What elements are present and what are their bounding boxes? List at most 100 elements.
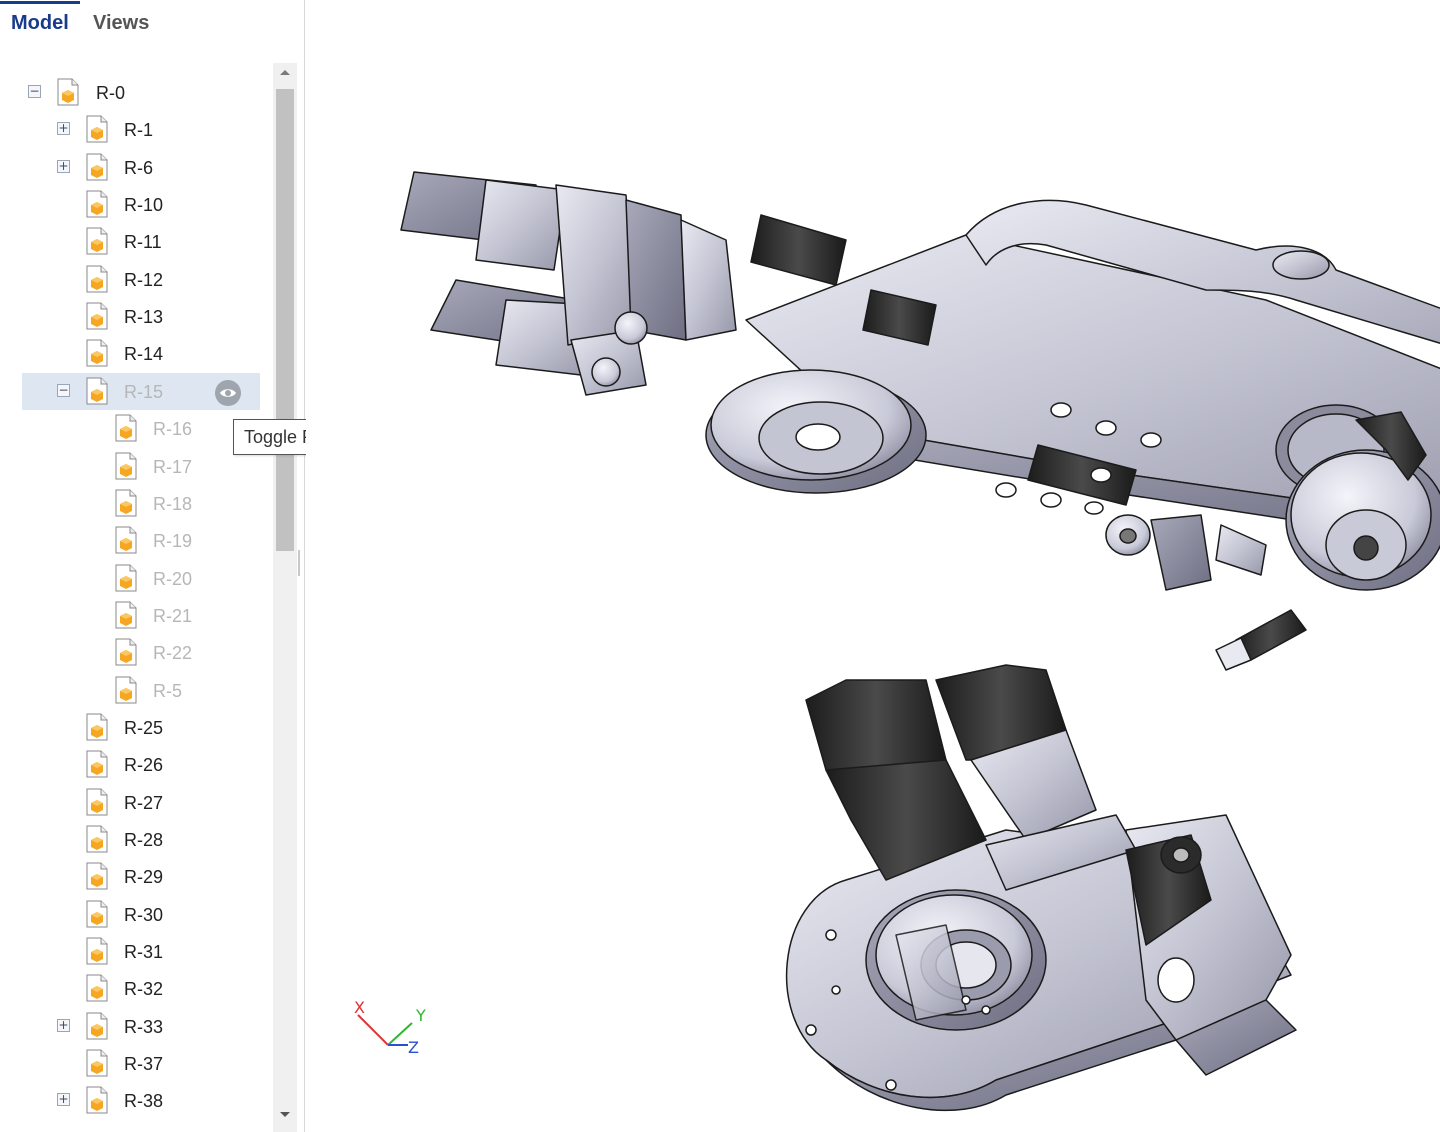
tree-item-label: R-18 — [153, 493, 193, 514]
part-file-icon — [57, 78, 79, 106]
collapse-icon[interactable]: − — [28, 85, 41, 98]
tree-item[interactable]: R-20 — [0, 560, 272, 597]
panel-resize-handle[interactable] — [298, 550, 300, 576]
tree-item[interactable]: R-25 — [0, 709, 272, 746]
tree-item-label: R-28 — [124, 830, 164, 850]
tree-item-label: R-20 — [153, 568, 193, 589]
part-file-icon — [86, 900, 108, 928]
tree-item-label: R-27 — [124, 792, 164, 813]
tree-item-label: R-6 — [124, 157, 154, 178]
tree-item[interactable]: R-27 — [0, 784, 272, 821]
part-file-icon — [115, 489, 137, 517]
tree-item[interactable]: + R-6 — [0, 149, 272, 186]
tree-item[interactable]: R-22 — [0, 634, 272, 671]
part-file-icon — [86, 190, 108, 218]
axis-y-label: Y — [415, 1006, 426, 1025]
robot-arm-model-render — [400, 171, 1440, 1112]
tree-item[interactable]: R-5 — [0, 672, 272, 709]
scroll-down-arrow-icon[interactable] — [273, 1104, 297, 1124]
part-file-icon — [86, 788, 108, 816]
tree-item[interactable]: + R-33 — [0, 1008, 272, 1045]
tree-item[interactable]: R-26 — [0, 746, 272, 783]
tree-item-label: R-15 — [124, 381, 164, 402]
tree-item-label: R-22 — [153, 643, 193, 664]
expand-icon[interactable]: + — [57, 1093, 70, 1107]
tree-item-label: R-30 — [124, 904, 164, 925]
axis-x-line — [357, 1014, 389, 1046]
part-file-icon — [86, 153, 108, 181]
tree-item[interactable]: + R-1 — [0, 111, 272, 148]
scrollbar-thumb[interactable] — [276, 89, 294, 551]
upper-arm-assembly — [400, 171, 1440, 671]
tree-item-label: R-26 — [124, 755, 164, 776]
expand-icon[interactable]: + — [57, 159, 70, 173]
tree-item[interactable]: R-28 — [0, 821, 272, 858]
tab-model[interactable]: Model — [11, 12, 69, 35]
tree-item[interactable]: R-17 — [0, 448, 272, 485]
part-file-icon — [115, 526, 137, 554]
base-assembly — [786, 664, 1297, 1112]
tree-item-label: R-5 — [153, 680, 183, 701]
collapse-icon[interactable]: − — [57, 383, 70, 397]
tree-item[interactable]: R-16 — [0, 410, 272, 447]
eye-icon[interactable] — [215, 379, 241, 406]
tree-item-label: R-11 — [124, 232, 162, 253]
tree-item[interactable]: R-13 — [0, 298, 272, 335]
tree-item[interactable]: R-14 — [0, 335, 272, 372]
part-file-icon — [86, 339, 108, 367]
tree-item[interactable]: − R-0 — [0, 74, 272, 111]
tree-item[interactable]: + R-38 — [0, 1082, 272, 1119]
part-file-icon — [115, 414, 137, 442]
part-file-icon — [86, 227, 108, 255]
part-file-icon — [86, 377, 108, 405]
tree-item-label: R-0 — [96, 83, 126, 103]
tree-item[interactable]: R-30 — [0, 896, 272, 933]
expand-icon[interactable]: + — [57, 1018, 70, 1032]
tree-item[interactable]: R-31 — [0, 933, 272, 970]
tree-item-label: R-14 — [124, 344, 164, 365]
tree-item[interactable]: R-10 — [0, 186, 272, 223]
tree-item[interactable]: R-29 — [0, 858, 272, 895]
tree-item[interactable]: R-11 — [0, 223, 272, 260]
tree-item[interactable]: R-12 — [0, 261, 272, 298]
part-file-icon — [115, 564, 137, 592]
tree-item-label: R-33 — [124, 1016, 164, 1037]
tree-item-label: R-16 — [153, 419, 193, 440]
tree-item-label: R-10 — [124, 195, 164, 216]
tree-item-label: R-31 — [124, 942, 164, 963]
axis-triad: X Y Z — [354, 998, 426, 1057]
scroll-up-arrow-icon[interactable] — [273, 63, 297, 83]
model-tree-panel: Model Views − R-0 + R-1 + R-6 R-10 R-11 R-12 R-13… — [0, 0, 305, 1132]
part-file-icon — [86, 265, 108, 293]
part-file-icon — [86, 1012, 108, 1040]
model-tree: − R-0 + R-1 + R-6 R-10 R-11 R-12 R-13 R-14 − R-15 R-1… — [0, 70, 272, 1132]
panel-tabs: Model Views — [0, 0, 305, 50]
part-file-icon — [115, 676, 137, 704]
axis-x-label: X — [354, 998, 365, 1017]
tree-item-label: R-19 — [153, 531, 193, 552]
tree-item[interactable]: R-21 — [0, 597, 272, 634]
part-file-icon — [86, 825, 108, 853]
tree-item[interactable]: R-19 — [0, 522, 272, 559]
part-file-icon — [115, 601, 137, 629]
tree-item[interactable]: R-32 — [0, 970, 272, 1007]
part-file-icon — [86, 974, 108, 1002]
tree-item-label: R-29 — [124, 867, 164, 888]
tree-scrollbar[interactable] — [273, 63, 297, 1132]
tree-item[interactable]: − R-15 — [0, 372, 272, 410]
part-file-icon — [115, 452, 137, 479]
part-file-icon — [86, 302, 108, 330]
part-file-icon — [86, 1049, 108, 1077]
tree-item[interactable]: R-18 — [0, 485, 272, 522]
tree-item[interactable]: R-37 — [0, 1045, 272, 1082]
part-file-icon — [86, 750, 108, 778]
axis-z-label: Z — [408, 1038, 419, 1057]
tab-views[interactable]: Views — [93, 12, 149, 35]
tree-item-label: R-32 — [124, 979, 164, 1000]
expand-icon[interactable]: + — [57, 122, 70, 136]
tree-item-label: R-1 — [124, 120, 154, 141]
tree-item-label: R-38 — [124, 1091, 164, 1112]
part-file-icon — [86, 1086, 108, 1114]
tree-item-label: R-13 — [124, 307, 164, 328]
3d-viewport[interactable]: X Y Z — [306, 0, 1440, 1132]
